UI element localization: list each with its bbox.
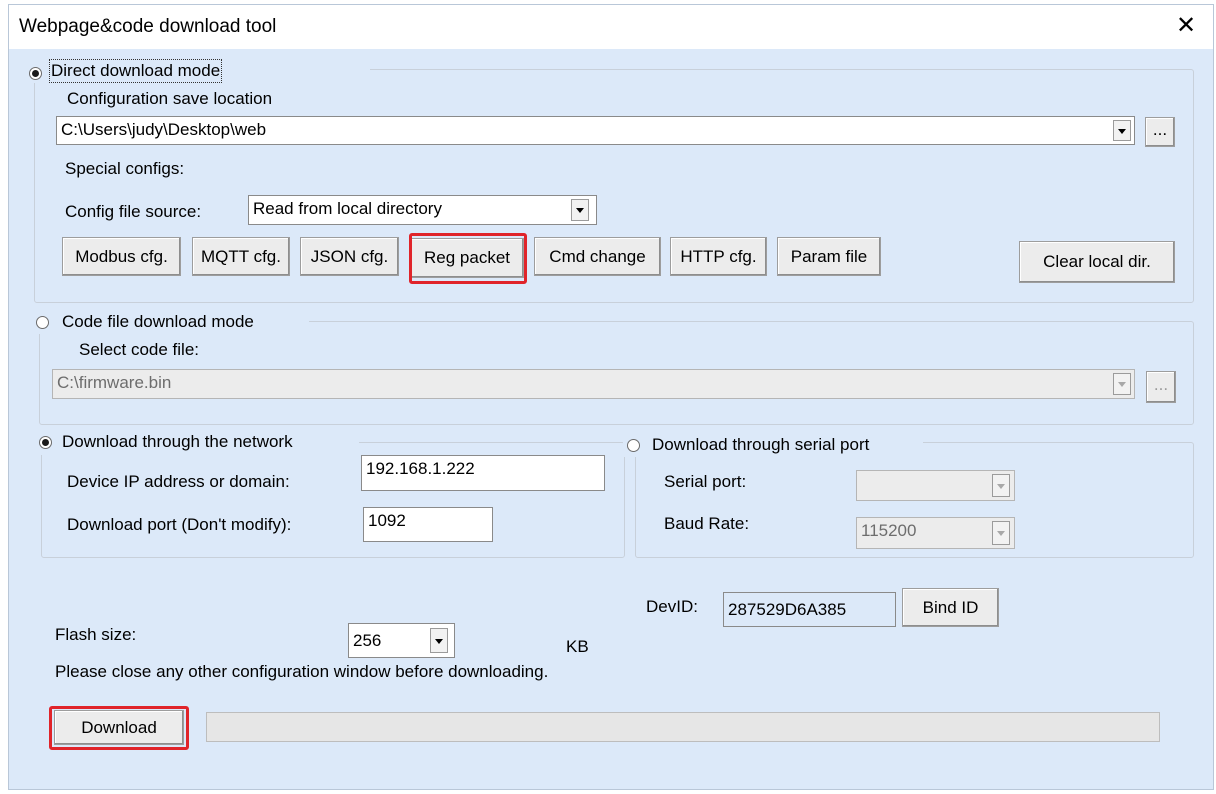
download-progress-bar <box>206 712 1160 742</box>
code-download-label[interactable]: Code file download mode <box>62 312 254 332</box>
flash-size-dropdown-icon[interactable] <box>430 628 448 653</box>
network-download-label[interactable]: Download through the network <box>62 432 293 452</box>
code-file-browse-button[interactable]: ... <box>1146 371 1176 403</box>
baud-rate-value: 115200 <box>861 521 917 540</box>
direct-download-radio[interactable] <box>29 67 42 80</box>
code-file-combo[interactable]: C:\firmware.bin <box>52 369 1135 399</box>
close-icon[interactable]: ✕ <box>1169 11 1203 43</box>
code-download-radio[interactable] <box>36 316 49 329</box>
mqtt-cfg-button[interactable]: MQTT cfg. <box>192 237 290 276</box>
http-cfg-button[interactable]: HTTP cfg. <box>670 237 767 276</box>
cmd-change-button[interactable]: Cmd change <box>534 237 661 276</box>
config-source-dropdown-icon[interactable] <box>571 199 589 221</box>
serial-download-label[interactable]: Download through serial port <box>652 435 869 455</box>
serial-download-radio[interactable] <box>627 439 640 452</box>
download-button[interactable]: Download <box>54 710 184 745</box>
config-location-browse-button[interactable]: ... <box>1145 117 1175 147</box>
reg-packet-button[interactable]: Reg packet <box>410 238 524 278</box>
json-cfg-button[interactable]: JSON cfg. <box>300 237 399 276</box>
clear-local-dir-button[interactable]: Clear local dir. <box>1019 241 1175 283</box>
config-location-value: C:\Users\judy\Desktop\web <box>61 120 267 139</box>
flash-size-value: 256 <box>353 631 382 650</box>
download-port-input[interactable]: 1092 <box>363 507 493 542</box>
devid-label: DevID: <box>646 597 698 616</box>
baud-rate-label: Baud Rate: <box>664 514 750 533</box>
flash-size-unit: KB <box>566 637 589 656</box>
device-ip-value: 192.168.1.222 <box>366 459 475 478</box>
title-bar: Webpage&code download tool ✕ <box>9 5 1213 49</box>
download-port-label: Download port (Don't modify): <box>67 515 292 534</box>
direct-download-label[interactable]: Direct download mode <box>48 59 223 83</box>
window-title: Webpage&code download tool <box>19 16 277 37</box>
modbus-cfg-button[interactable]: Modbus cfg. <box>62 237 181 276</box>
config-location-label: Configuration save location <box>67 89 273 108</box>
network-download-radio[interactable] <box>39 436 52 449</box>
serial-port-dropdown-icon[interactable] <box>992 474 1010 497</box>
code-file-dropdown-icon[interactable] <box>1113 373 1131 395</box>
download-tool-window: Webpage&code download tool ✕ Direct down… <box>8 4 1214 790</box>
device-ip-label: Device IP address or domain: <box>67 472 290 491</box>
special-configs-label: Special configs: <box>65 159 185 178</box>
param-file-button[interactable]: Param file <box>777 237 881 276</box>
serial-port-label: Serial port: <box>664 472 747 491</box>
config-source-value: Read from local directory <box>253 199 442 218</box>
devid-value: 287529D6A385 <box>728 600 847 619</box>
config-location-combo[interactable]: C:\Users\judy\Desktop\web <box>56 116 1135 145</box>
close-windows-notice: Please close any other configuration win… <box>55 662 549 681</box>
config-location-dropdown-icon[interactable] <box>1113 120 1131 141</box>
device-ip-input[interactable]: 192.168.1.222 <box>361 455 605 491</box>
download-port-value: 1092 <box>368 511 406 530</box>
flash-size-label: Flash size: <box>55 625 137 644</box>
devid-field: 287529D6A385 <box>723 592 896 627</box>
code-file-value: C:\firmware.bin <box>57 373 172 392</box>
bind-id-button[interactable]: Bind ID <box>902 588 999 627</box>
baud-rate-dropdown-icon[interactable] <box>992 521 1010 545</box>
config-source-select[interactable]: Read from local directory <box>248 195 597 225</box>
config-source-label: Config file source: <box>65 202 202 221</box>
select-code-file-label: Select code file: <box>79 340 200 359</box>
